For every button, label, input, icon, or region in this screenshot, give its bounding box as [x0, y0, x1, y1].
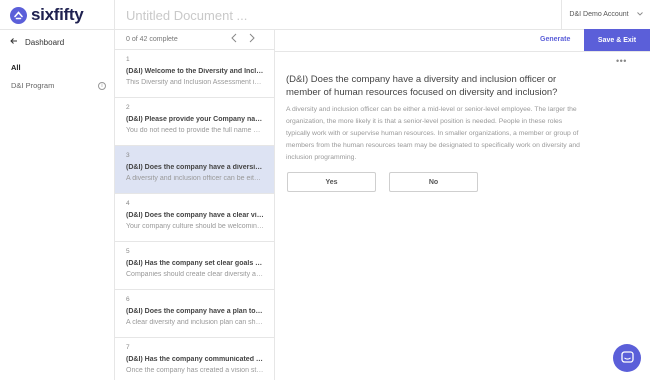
answer-no-button[interactable]: No	[389, 172, 478, 192]
question-number: 6	[126, 296, 130, 303]
question-list-item-active[interactable]: 3 (D&I) Does the company have a diversit…	[115, 146, 274, 194]
question-description: You do not need to provide the full name…	[126, 127, 264, 134]
question-description: Once the company has created a vision st…	[126, 367, 264, 374]
chat-icon	[620, 350, 634, 366]
question-title: (D&I) Welcome to the Diversity and Inclu…	[126, 68, 264, 75]
question-list-item[interactable]: 4 (D&I) Does the company have a clear vi…	[115, 194, 274, 242]
question-explanation: A diversity and inclusion officer can be…	[286, 106, 580, 161]
account-menu[interactable]: D&I Demo Account	[561, 0, 650, 29]
question-list-item[interactable]: 2 (D&I) Please provide your Company name…	[115, 98, 274, 146]
account-label: D&I Demo Account	[569, 11, 629, 18]
info-icon[interactable]: i	[98, 81, 106, 90]
chat-launcher-button[interactable]	[613, 344, 641, 372]
left-sidebar: sixfifty Dashboard All D&I Program i	[0, 0, 115, 380]
chevron-down-icon	[636, 11, 643, 18]
document-title[interactable]: Untitled Document ...	[126, 8, 247, 23]
progress-label: 0 of 42 complete	[126, 35, 178, 43]
main-header-divider	[275, 51, 650, 52]
back-to-dashboard-link[interactable]: Dashboard	[10, 37, 64, 47]
nav-item-di-program[interactable]: D&I Program i	[11, 81, 106, 90]
question-number: 3	[126, 152, 130, 159]
question-title: (D&I) Please provide your Company name a…	[126, 116, 264, 123]
logo-icon	[10, 6, 27, 24]
answer-yes-button[interactable]: Yes	[287, 172, 376, 192]
brand-name: sixfifty	[31, 5, 84, 24]
nav-item-label: D&I Program	[11, 81, 55, 90]
question-list-item[interactable]: 1 (D&I) Welcome to the Diversity and Inc…	[115, 50, 274, 98]
question-title: (D&I) Does the company have a diversity …	[126, 164, 264, 171]
question-number: 5	[126, 248, 130, 255]
question-list-item[interactable]: 7 (D&I) Has the company communicated its…	[115, 338, 274, 380]
question-title: (D&I) Does the company have a clear visi…	[126, 212, 264, 219]
more-horizontal-icon[interactable]: •••	[616, 56, 627, 66]
sidebar-divider	[0, 29, 114, 30]
brand-logo[interactable]: sixfifty	[10, 5, 84, 25]
question-list-item[interactable]: 5 (D&I) Has the company set clear goals …	[115, 242, 274, 290]
question-title: (D&I) Does the company have a plan to im…	[126, 308, 264, 315]
question-number: 4	[126, 200, 130, 207]
question-list-panel: 0 of 42 complete 1 (D&I) Welcome to the …	[115, 29, 275, 380]
question-description: Companies should create clear diversity …	[126, 271, 264, 278]
progress-header: 0 of 42 complete	[115, 29, 274, 50]
question-heading: (D&I) Does the company have a diversity …	[286, 74, 558, 98]
generate-button[interactable]: Generate	[540, 36, 570, 43]
question-number: 7	[126, 344, 130, 351]
back-label: Dashboard	[25, 37, 65, 47]
question-title: (D&I) Has the company communicated its v…	[126, 356, 264, 363]
question-list-item[interactable]: 6 (D&I) Does the company have a plan to …	[115, 290, 274, 338]
question-description: This Diversity and Inclusion Assessment …	[126, 79, 264, 86]
arrow-left-icon	[10, 37, 18, 47]
question-title: (D&I) Has the company set clear goals to…	[126, 260, 264, 267]
question-number: 2	[126, 104, 130, 111]
nav-item-all[interactable]: All	[11, 63, 21, 72]
chevron-left-icon[interactable]	[231, 33, 237, 46]
save-exit-button[interactable]: Save & Exit	[584, 29, 650, 51]
question-description: A diversity and inclusion officer can be…	[126, 175, 264, 182]
question-description: Your company culture should be welcoming…	[126, 223, 264, 230]
question-description: A clear diversity and inclusion plan can…	[126, 319, 264, 326]
chevron-right-icon[interactable]	[249, 33, 255, 46]
question-number: 1	[126, 56, 130, 63]
